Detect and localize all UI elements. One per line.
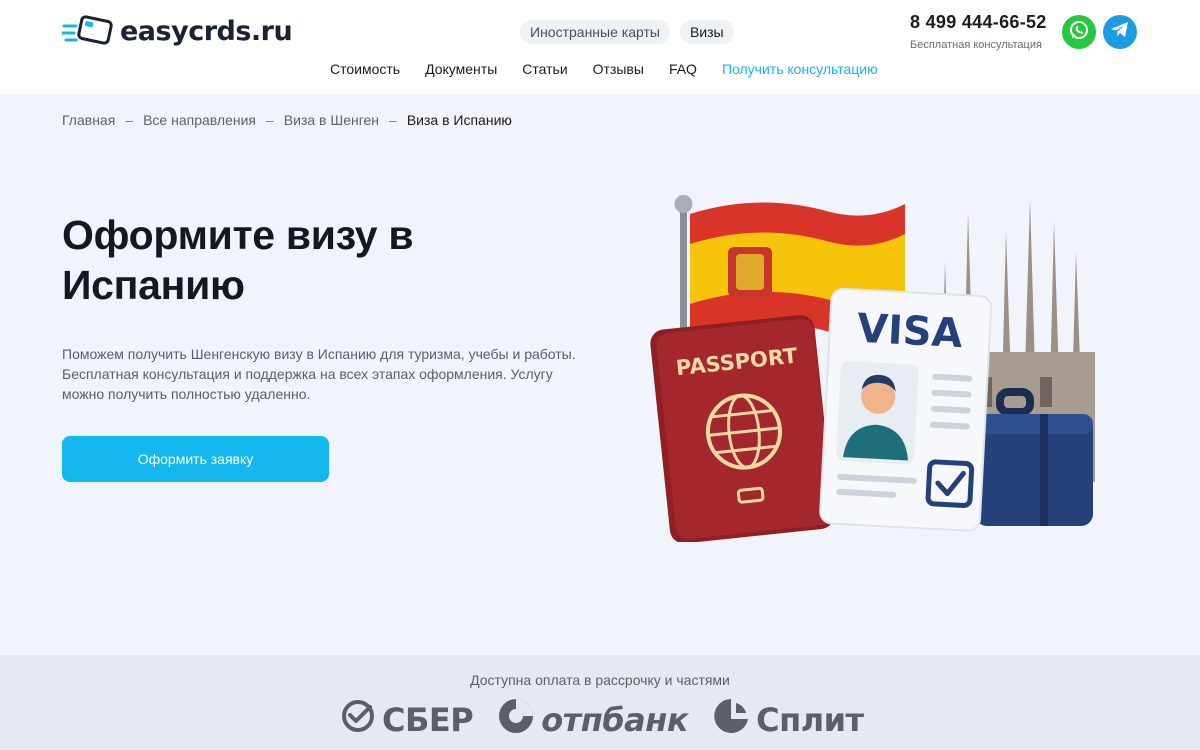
pill-foreign-cards[interactable]: Иностранные карты xyxy=(520,20,670,44)
sber-logo: СБЕР xyxy=(340,698,474,742)
otp-logo: отпбанк xyxy=(497,697,689,743)
whatsapp-icon xyxy=(1068,19,1090,46)
visa-text: VISA xyxy=(856,306,964,357)
breadcrumb-all-destinations[interactable]: Все направления xyxy=(143,112,256,128)
payment-options: Доступна оплата в рассрочку и частями СБ… xyxy=(0,655,1200,750)
otp-name: отпбанк xyxy=(541,701,689,739)
card-logo-icon xyxy=(60,14,114,48)
main-nav: Стоимость Документы Статьи Отзывы FAQ По… xyxy=(330,61,878,77)
visa-card-icon: VISA xyxy=(819,287,993,532)
nav-get-consultation[interactable]: Получить консультацию xyxy=(722,61,878,77)
breadcrumb-home[interactable]: Главная xyxy=(62,112,115,128)
payment-logos: СБЕР отпбанк Сплит xyxy=(340,697,864,743)
breadcrumb-current: Виза в Испанию xyxy=(406,112,512,128)
sber-name: СБЕР xyxy=(382,701,474,739)
breadcrumb-schengen[interactable]: Виза в Шенген xyxy=(284,112,379,128)
pill-visas[interactable]: Визы xyxy=(679,20,734,44)
sber-logo-icon xyxy=(340,698,376,742)
free-consultation-label: Бесплатная консультация xyxy=(910,39,1042,51)
hero-description: Поможем получить Шенгенскую визу в Испан… xyxy=(62,346,576,402)
visa-illustration: PASSPORT VISA xyxy=(640,192,1110,544)
breadcrumb-separator: – xyxy=(125,112,134,128)
breadcrumb: Главная – Все направления – Виза в Шенге… xyxy=(62,112,512,128)
page-title: Оформите визу в Испанию xyxy=(62,212,414,308)
split-logo: Сплит xyxy=(712,697,864,743)
nav-documents[interactable]: Документы xyxy=(425,61,497,77)
nav-cost[interactable]: Стоимость xyxy=(330,61,400,77)
flag-pole-knob xyxy=(674,195,693,213)
hero-section: Главная – Все направления – Виза в Шенге… xyxy=(0,94,1200,655)
breadcrumb-separator: – xyxy=(389,112,397,128)
telegram-button[interactable] xyxy=(1103,15,1137,49)
contact-block: 8 499 444-66-52 Бесплатная консультация xyxy=(910,12,1047,51)
nav-articles[interactable]: Статьи xyxy=(522,61,567,77)
breadcrumb-separator: – xyxy=(265,112,274,128)
otp-logo-icon xyxy=(497,697,535,743)
nav-reviews[interactable]: Отзывы xyxy=(593,61,644,77)
top-pill-nav: Иностранные карты Визы xyxy=(520,20,734,44)
logo-text: easycrds.ru xyxy=(120,15,293,47)
site-header: easycrds.ru Иностранные карты Визы 8 499… xyxy=(0,0,1200,94)
telegram-icon xyxy=(1110,21,1130,44)
phone-number[interactable]: 8 499 444-66-52 xyxy=(910,12,1047,33)
passport-icon: PASSPORT xyxy=(650,315,835,544)
split-name: Сплит xyxy=(756,701,864,739)
apply-button[interactable]: Оформить заявку xyxy=(62,436,329,482)
whatsapp-button[interactable] xyxy=(1062,15,1096,49)
nav-faq[interactable]: FAQ xyxy=(669,61,697,77)
payment-title: Доступна оплата в рассрочку и частями xyxy=(470,672,730,688)
split-logo-icon xyxy=(712,697,750,743)
site-logo[interactable]: easycrds.ru xyxy=(60,14,293,48)
